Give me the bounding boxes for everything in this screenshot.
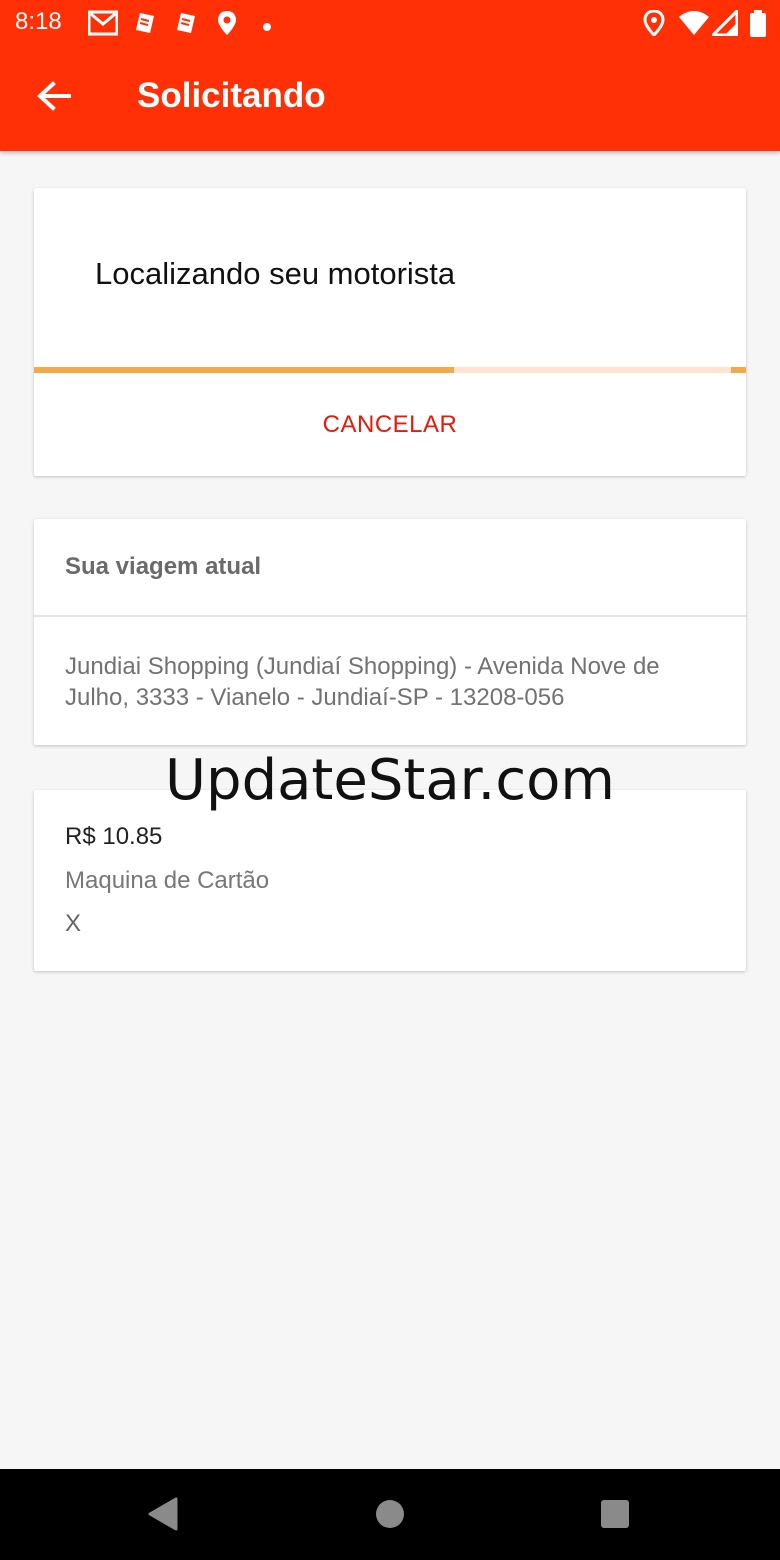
signal-icon xyxy=(709,7,739,40)
battery-icon xyxy=(749,10,767,42)
cancel-button[interactable]: CANCELAR xyxy=(34,373,746,476)
divider xyxy=(34,615,746,617)
location-icon xyxy=(643,9,665,40)
wifi-icon xyxy=(678,10,710,40)
triangle-back-icon xyxy=(147,1496,179,1536)
search-driver-card: Localizando seu motorista CANCELAR xyxy=(34,188,746,476)
square-recents-icon xyxy=(600,1499,630,1533)
trip-address: Jundiai Shopping (Jundiaí Shopping) - Av… xyxy=(65,653,660,711)
payment-extra: X xyxy=(65,910,82,937)
back-button[interactable] xyxy=(22,66,86,130)
trip-price: R$ 10.85 xyxy=(65,823,163,850)
nav-home-button[interactable] xyxy=(365,1491,415,1541)
current-trip-card: Sua viagem atual Jundiai Shopping (Jundi… xyxy=(34,519,746,745)
location-icon xyxy=(217,10,237,40)
notification-icon xyxy=(135,10,155,40)
notification-icon xyxy=(176,10,196,40)
watermark: UpdateStar.com xyxy=(165,748,615,813)
nav-recents-button[interactable] xyxy=(590,1491,640,1541)
toolbar: Solicitando xyxy=(0,46,780,151)
trip-header: Sua viagem atual xyxy=(65,553,262,580)
page-title: Solicitando xyxy=(137,76,326,115)
navigation-bar xyxy=(0,1469,780,1560)
status-bar: 8:18 xyxy=(0,0,780,46)
gmail-icon xyxy=(87,10,119,40)
app-bar: 8:18 Solicitando xyxy=(0,0,780,151)
payment-method: Maquina de Cartão xyxy=(65,867,270,894)
arrow-left-icon xyxy=(37,81,71,115)
status-time: 8:18 xyxy=(15,8,62,35)
nav-back-button[interactable] xyxy=(138,1491,188,1541)
circle-home-icon xyxy=(375,1499,405,1533)
search-status-text: Localizando seu motorista xyxy=(95,256,456,291)
dot-icon xyxy=(262,17,272,36)
payment-card: R$ 10.85 Maquina de Cartão X xyxy=(34,790,746,971)
